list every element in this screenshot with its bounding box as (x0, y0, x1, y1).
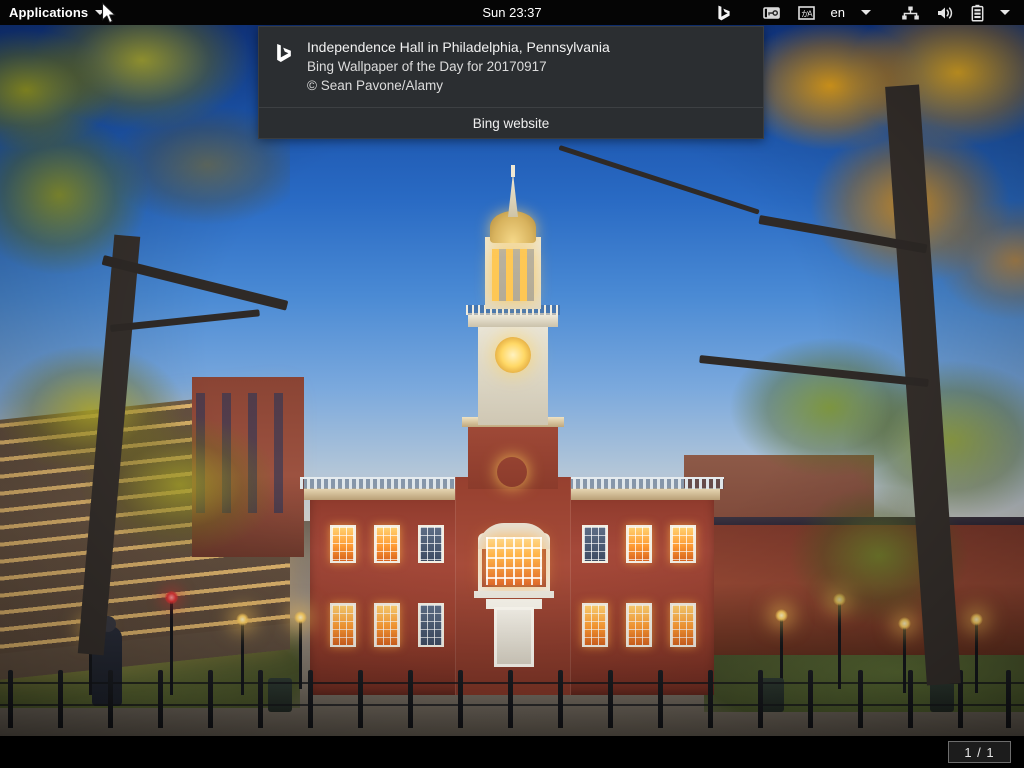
bing-website-button[interactable]: Bing website (259, 107, 763, 138)
workspace-pager[interactable]: 1 / 1 (948, 741, 1011, 763)
svg-text:A: A (807, 9, 813, 18)
bottom-panel: 1 / 1 (0, 736, 1024, 768)
notification-body: Independence Hall in Philadelphia, Penns… (259, 27, 763, 107)
volume-icon[interactable] (928, 0, 963, 25)
language-chevron-icon[interactable] (853, 0, 879, 25)
battery-icon[interactable] (963, 0, 992, 25)
arrow-cursor-icon (101, 2, 118, 31)
applications-menu-button[interactable]: Applications (0, 0, 114, 25)
notification-credit: © Sean Pavone/Alamy (307, 78, 610, 93)
notification-subtitle: Bing Wallpaper of the Day for 20170917 (307, 59, 610, 74)
bing-logo-icon (273, 39, 295, 93)
notification-text: Independence Hall in Philadelphia, Penns… (307, 39, 610, 93)
notification-title: Independence Hall in Philadelphia, Penns… (307, 39, 610, 55)
input-method-icon[interactable]: か A (790, 0, 823, 25)
applications-menu-label: Applications (9, 5, 88, 20)
language-indicator[interactable]: en (823, 0, 853, 25)
language-label: en (831, 5, 845, 20)
bing-logo-icon[interactable] (707, 0, 741, 25)
network-icon[interactable] (893, 0, 928, 25)
system-tray: か A en (707, 0, 1024, 25)
top-panel: Applications Sun 23:37 か A (0, 0, 1024, 25)
tray-chevron-icon[interactable] (992, 0, 1018, 25)
bing-wallpaper-notification[interactable]: Independence Hall in Philadelphia, Penns… (258, 26, 764, 139)
keyring-icon[interactable] (755, 0, 790, 25)
